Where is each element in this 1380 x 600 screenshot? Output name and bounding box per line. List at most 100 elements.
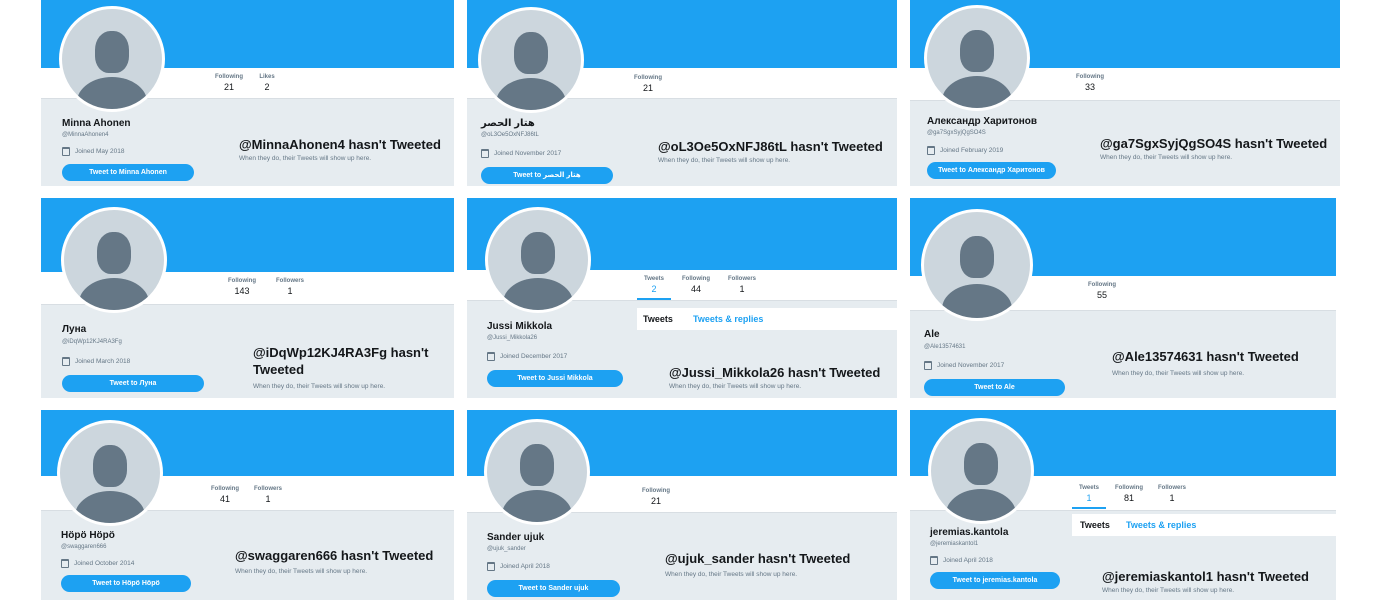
joined-date: Joined May 2018 (62, 147, 125, 156)
avatar[interactable] (478, 7, 584, 113)
stat-value: 55 (1096, 290, 1107, 300)
avatar[interactable] (59, 6, 165, 112)
empty-state-handle: @Jussi_Mikkola26 (669, 365, 785, 380)
avatar[interactable] (921, 209, 1033, 321)
empty-state-suffix: hasn't Tweeted (1216, 569, 1309, 584)
stat-followers[interactable]: Followers 1 (1153, 485, 1191, 503)
avatar-head-shape (960, 236, 994, 278)
profile-card: Following 21 Sander ujuk @ujuk_sander Jo… (467, 410, 897, 600)
tab-tweets-and-replies[interactable]: Tweets & replies (1126, 520, 1196, 530)
avatar[interactable] (484, 419, 590, 525)
stat-label: Following (634, 75, 662, 81)
stat-value: 2 (651, 284, 657, 294)
empty-state-subtitle: When they do, their Tweets will show up … (239, 155, 372, 162)
stat-value: 41 (219, 494, 230, 504)
tweet-to-button[interactable]: Tweet to Jussi Mikkola (487, 370, 623, 387)
stat-following[interactable]: Following 55 (1084, 282, 1120, 300)
stat-followers[interactable]: Followers 1 (723, 276, 761, 294)
avatar[interactable] (61, 207, 167, 313)
empty-state-title: @jeremiaskantol1 hasn't Tweeted (1102, 568, 1334, 585)
tweet-to-button[interactable]: Tweet to Sander ujuk (487, 580, 620, 597)
joined-date: Joined February 2019 (927, 146, 1003, 155)
profile-handle[interactable]: @Jussi_Mikkola26 (487, 335, 537, 341)
profile-name: Ale (924, 329, 940, 340)
empty-state-handle: @jeremiaskantol1 (1102, 569, 1213, 584)
empty-state-suffix: hasn't Tweeted (790, 139, 883, 154)
stat-following[interactable]: Following 33 (1072, 74, 1108, 92)
joined-date: Joined November 2017 (481, 149, 561, 158)
profile-handle[interactable]: @jeremiaskantol1 (930, 541, 978, 547)
tweet-to-button[interactable]: Tweet to Луна (62, 375, 204, 392)
tweet-to-button[interactable]: Tweet to Ale (924, 379, 1065, 396)
avatar-body-shape (503, 278, 573, 310)
profile-handle[interactable]: @MinnaAhonen4 (62, 132, 108, 138)
calendar-icon (487, 352, 495, 361)
profile-name: jeremias.kantola (930, 527, 1009, 538)
profile-card: Following 33 Александр Харитонов @ga7Sgx… (910, 0, 1340, 186)
empty-state-title: @Jussi_Mikkola26 hasn't Tweeted (669, 364, 895, 381)
stat-value: 33 (1084, 82, 1095, 92)
active-stat-underline (637, 298, 671, 300)
stat-value: 21 (223, 82, 234, 92)
avatar[interactable] (57, 420, 163, 526)
empty-state-suffix: hasn't Tweeted (1206, 349, 1299, 364)
stat-following[interactable]: Following 21 (211, 74, 247, 92)
stat-label: Following (211, 486, 239, 492)
tweet-to-button[interactable]: Tweet to Minna Ahonen (62, 164, 194, 181)
avatar[interactable] (928, 418, 1034, 524)
stat-following[interactable]: Following 81 (1110, 485, 1148, 503)
empty-state-title: @ga7SgxSyjQgSO4S hasn't Tweeted (1100, 135, 1338, 152)
profile-handle[interactable]: @ga7SgxSyjQgSO4S (927, 130, 986, 136)
avatar[interactable] (924, 5, 1030, 111)
stat-followers[interactable]: Followers 1 (249, 486, 287, 504)
avatar-head-shape (960, 30, 994, 72)
tab-tweets-and-replies[interactable]: Tweets & replies (693, 314, 763, 324)
profile-handle[interactable]: @Ale13574631 (924, 344, 965, 350)
empty-state-subtitle: When they do, their Tweets will show up … (1112, 370, 1245, 377)
avatar-head-shape (97, 232, 131, 274)
profile-name: Александр Харитонов (927, 116, 1038, 127)
joined-text: Joined May 2018 (75, 148, 125, 155)
avatar-body-shape (75, 491, 145, 523)
stat-following[interactable]: Following 143 (223, 278, 261, 296)
avatar-head-shape (520, 444, 554, 486)
stat-tweets[interactable]: Tweets 2 (637, 276, 671, 294)
stat-label: Following (642, 488, 670, 494)
profile-handle[interactable]: @oL3Oe5OxNFJ86tL (481, 132, 539, 138)
empty-state-subtitle: When they do, their Tweets will show up … (665, 571, 798, 578)
profile-handle[interactable]: @iDqWp12KJ4RA3Fg (62, 339, 122, 345)
stat-label: Followers (275, 278, 304, 284)
tab-tweets[interactable]: Tweets (1080, 520, 1110, 530)
joined-date: Joined October 2014 (61, 559, 134, 568)
tweet-to-button[interactable]: Tweet to هتار الحصر (481, 167, 613, 184)
profile-handle[interactable]: @swaggaren666 (61, 544, 106, 550)
stat-label: Following (1076, 74, 1104, 80)
profile-card: Following 143 Followers 1 Луна @iDqWp12K… (41, 198, 454, 398)
tab-tweets[interactable]: Tweets (643, 314, 673, 324)
empty-state-handle: @MinnaAhonen4 (239, 137, 345, 152)
calendar-icon (62, 147, 70, 156)
empty-state-title: @swaggaren666 hasn't Tweeted (235, 547, 449, 564)
avatar-body-shape (946, 489, 1016, 521)
stat-tweets[interactable]: Tweets 1 (1072, 485, 1106, 503)
avatar-head-shape (521, 232, 555, 274)
stat-likes[interactable]: Likes 2 (251, 74, 283, 92)
tweet-to-button[interactable]: Tweet to jeremias.kantola (930, 572, 1060, 589)
stat-followers[interactable]: Followers 1 (271, 278, 309, 296)
stat-label: Followers (253, 486, 282, 492)
stat-following[interactable]: Following 44 (677, 276, 715, 294)
profile-handle[interactable]: @ujuk_sander (487, 546, 526, 552)
stat-following[interactable]: Following 41 (207, 486, 243, 504)
avatar[interactable] (485, 207, 591, 313)
stat-following[interactable]: Following 21 (638, 488, 674, 506)
joined-text: Joined April 2018 (943, 557, 993, 564)
stat-following[interactable]: Following 21 (630, 75, 666, 93)
profile-card: Following 55 Ale @Ale13574631 Joined Nov… (910, 198, 1336, 398)
tweet-to-button[interactable]: Tweet to Höpö Höpö (61, 575, 191, 592)
tweet-to-button[interactable]: Tweet to Александр Харитонов (927, 162, 1056, 179)
stat-value: 2 (264, 82, 270, 92)
profile-name: Луна (62, 324, 87, 335)
empty-state-subtitle: When they do, their Tweets will show up … (658, 157, 791, 164)
avatar-body-shape (79, 278, 149, 310)
profile-name: Sander ujuk (487, 532, 545, 543)
